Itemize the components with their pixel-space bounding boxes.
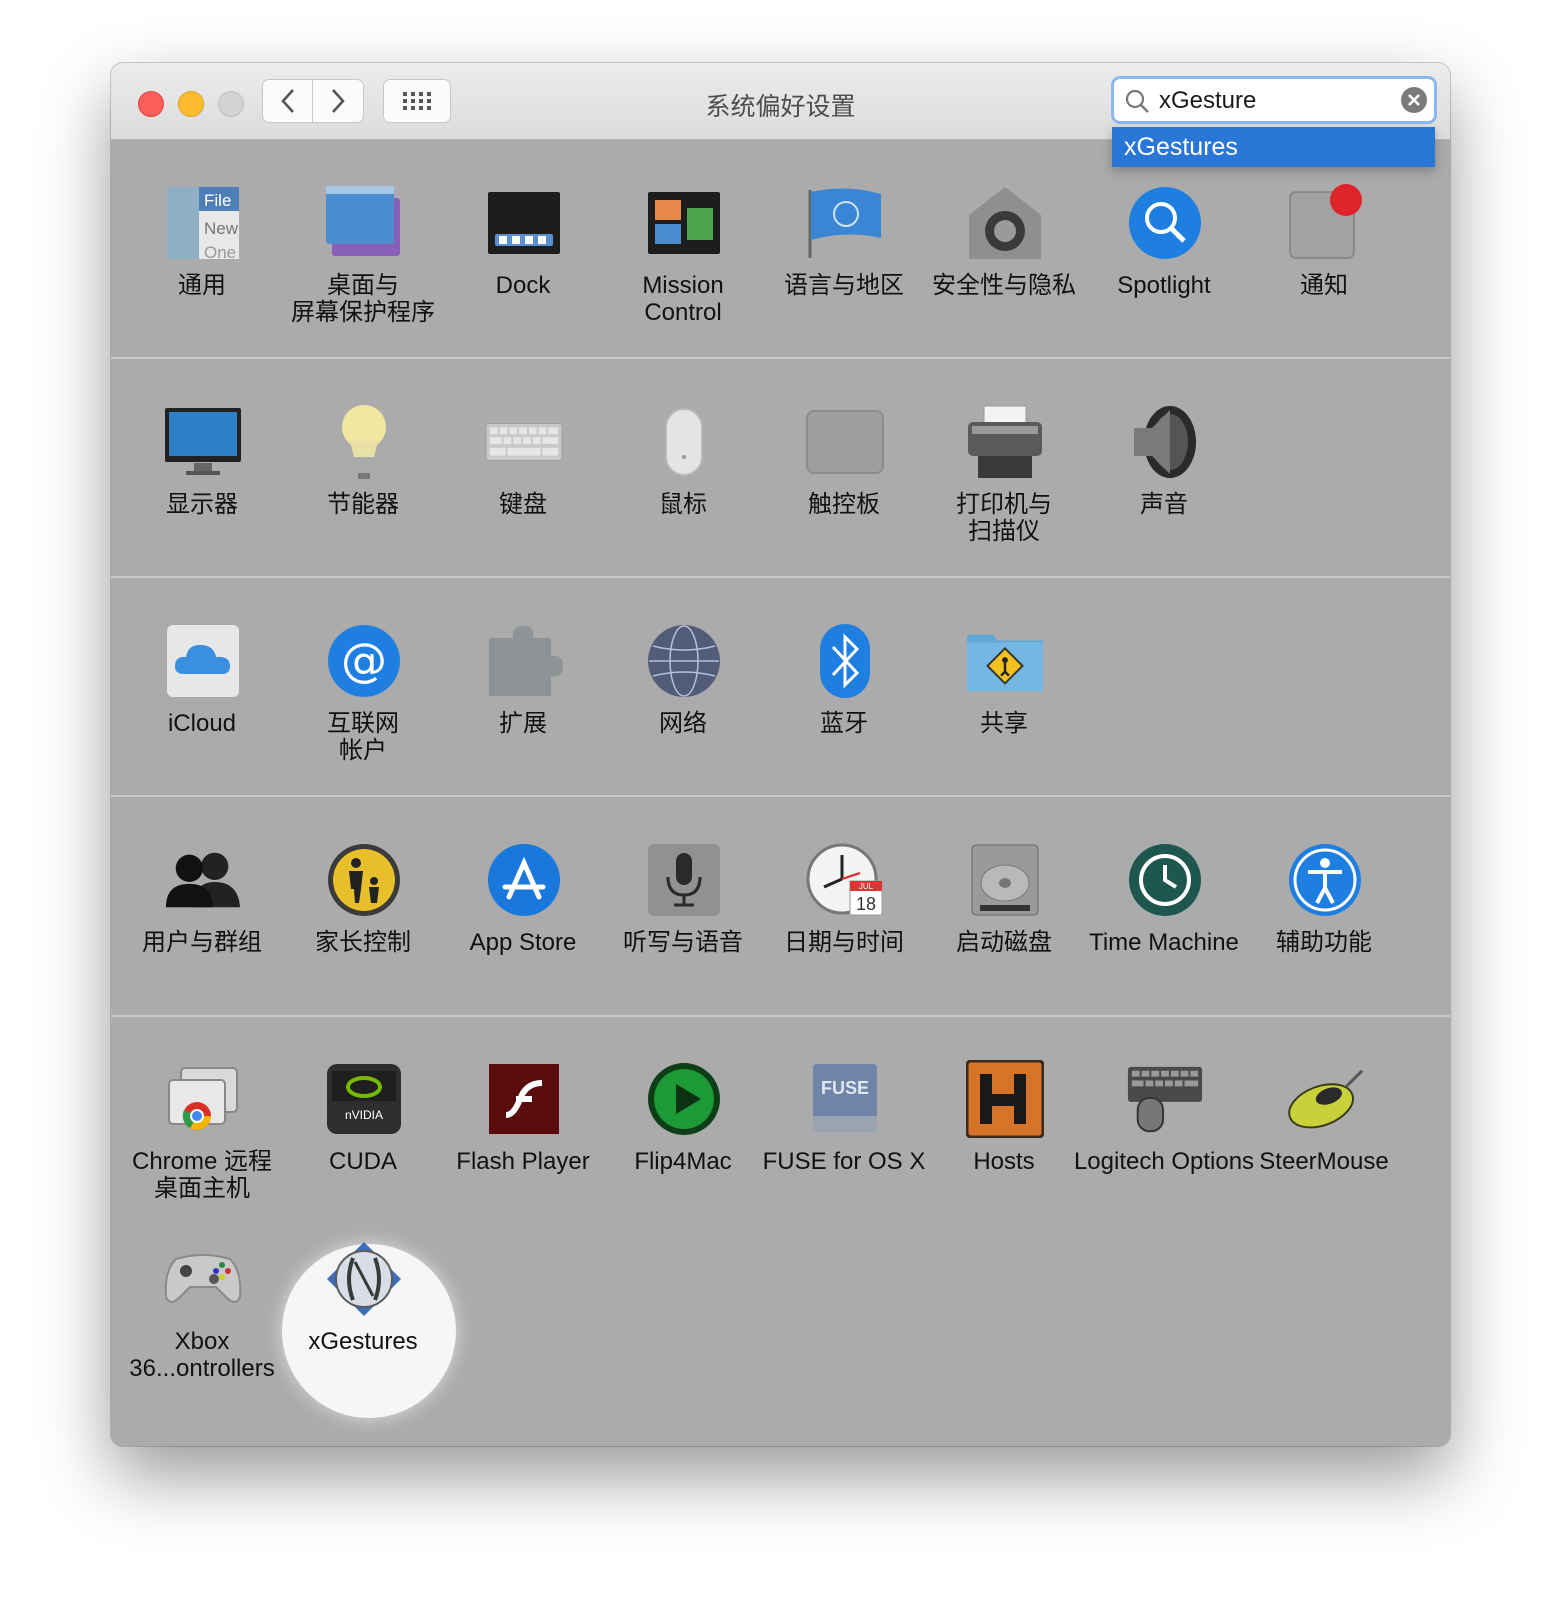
steermouse-icon — [1286, 1060, 1364, 1138]
app-store-icon — [485, 841, 563, 919]
svg-text:File: File — [204, 191, 231, 210]
icloud-icon — [164, 622, 242, 700]
sharing-icon — [966, 622, 1044, 700]
pref-label: SteerMouse — [1259, 1148, 1389, 1175]
search-input[interactable]: xGesture — [1159, 87, 1256, 115]
chrome-remote-desktop-icon — [164, 1060, 242, 1138]
language-region-icon — [806, 184, 884, 262]
svg-text:New: New — [204, 219, 239, 238]
date-time-icon: JUL 18 — [806, 841, 884, 919]
xgestures-icon — [325, 1240, 403, 1318]
mission-control-icon — [645, 184, 723, 262]
desktop-screensaver-icon — [325, 184, 403, 262]
section-hardware — [111, 359, 1450, 578]
search-field[interactable]: xGesture — [1111, 76, 1437, 124]
svg-text:18: 18 — [856, 894, 876, 914]
pref-label: Flip4Mac — [634, 1148, 732, 1175]
fuse-icon: FUSE — [806, 1060, 884, 1138]
clear-search-icon[interactable] — [1401, 87, 1427, 113]
hosts-icon — [966, 1060, 1044, 1138]
internet-accounts-icon: @ — [325, 622, 403, 700]
logitech-options-icon — [1126, 1060, 1204, 1138]
pref-label: 辅助功能 — [1276, 929, 1372, 956]
pref-label: 听写与语音 — [623, 929, 743, 956]
svg-text:JUL: JUL — [859, 882, 874, 891]
flip4mac-icon — [645, 1060, 723, 1138]
printers-scanners-icon — [966, 403, 1044, 481]
system-preferences-window: 系统偏好设置 xGesture xGestures File New One 通… — [111, 63, 1450, 1446]
displays-icon — [164, 403, 242, 481]
search-suggestion[interactable]: xGestures — [1112, 127, 1435, 167]
pref-label: 声音 — [1140, 491, 1188, 518]
pref-label: 通知 — [1300, 272, 1348, 299]
dictation-speech-icon — [645, 841, 723, 919]
mouse-icon — [645, 403, 723, 481]
svg-text:@: @ — [341, 633, 387, 687]
keyboard-icon — [485, 403, 563, 481]
svg-text:One: One — [204, 243, 236, 260]
users-groups-icon — [164, 841, 242, 919]
section-system — [111, 797, 1450, 1017]
spotlight-icon — [1126, 184, 1204, 262]
general-icon: File New One — [164, 184, 242, 262]
bluetooth-icon — [806, 622, 884, 700]
pref-label: 鼠标 — [659, 491, 707, 518]
pref-label: 网络 — [659, 710, 707, 737]
pref-label: 共享 — [980, 710, 1028, 737]
extensions-icon — [485, 622, 563, 700]
search-icon — [1125, 89, 1149, 113]
flash-player-icon — [485, 1060, 563, 1138]
pref-label: Mission Control — [642, 272, 724, 326]
parental-controls-icon — [325, 841, 403, 919]
sound-icon — [1126, 403, 1204, 481]
svg-text:FUSE: FUSE — [821, 1078, 869, 1098]
trackpad-icon — [806, 403, 884, 481]
energy-saver-icon — [325, 403, 403, 481]
network-icon — [645, 622, 723, 700]
svg-text:nVIDIA: nVIDIA — [345, 1108, 383, 1122]
security-privacy-icon — [966, 184, 1044, 262]
notifications-icon — [1286, 184, 1364, 262]
section-personal — [111, 139, 1450, 359]
startup-disk-icon — [966, 841, 1044, 919]
time-machine-icon — [1126, 841, 1204, 919]
section-internet — [111, 578, 1450, 797]
cuda-icon: nVIDIA — [325, 1060, 403, 1138]
xbox-controllers-icon — [164, 1240, 242, 1318]
dock-icon — [485, 184, 563, 262]
accessibility-icon — [1286, 841, 1364, 919]
pref-label: xGestures — [308, 1328, 418, 1355]
